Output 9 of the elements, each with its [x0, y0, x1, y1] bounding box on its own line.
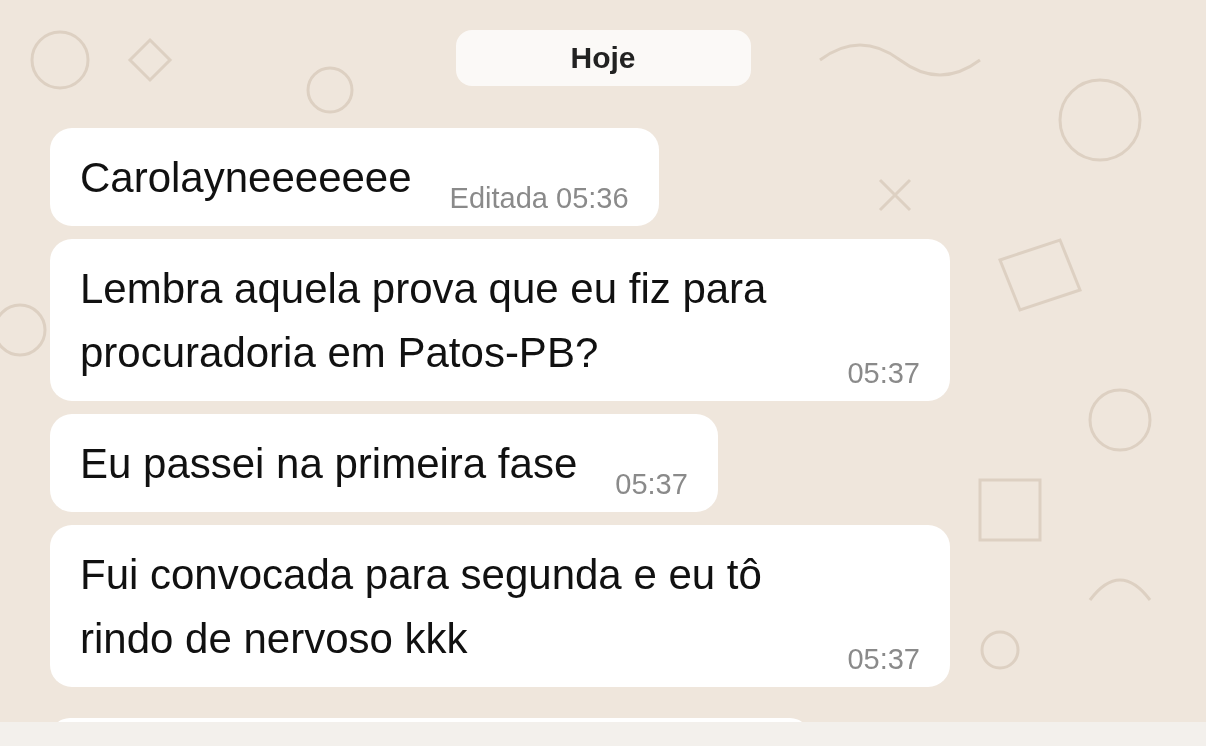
message-time: Editada 05:36 — [449, 181, 629, 216]
message-text: Fui convocada para segunda e eu tô rindo de nervoso kkk — [80, 550, 763, 664]
message-time: 05:37 — [847, 642, 920, 677]
message-time: 05:37 — [847, 356, 920, 391]
message-text: Lembra aquela prova que eu fiz para procuradoria em Patos-PB? — [80, 264, 768, 378]
message-time: 05:37 — [615, 467, 688, 502]
message-text: Carolayneeeeeee — [80, 153, 412, 203]
message-text: Eu passei na primeira fase — [80, 439, 578, 489]
date-divider: Hoje — [455, 30, 751, 86]
